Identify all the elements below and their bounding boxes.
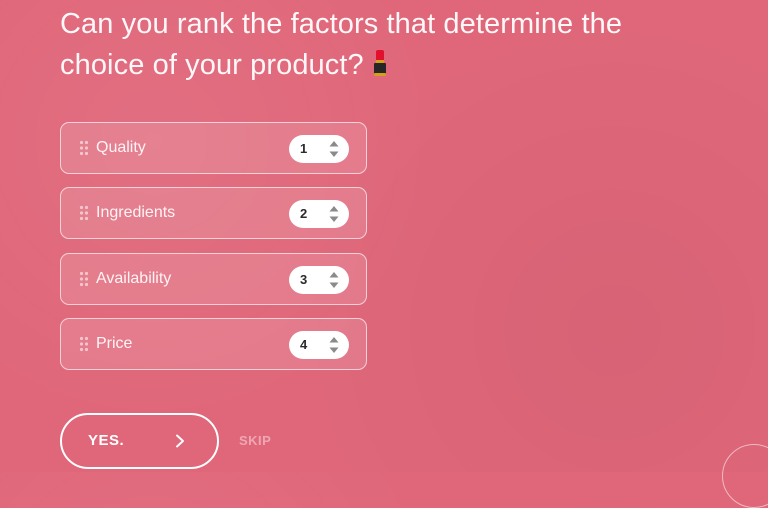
rank-item-label: Ingredients: [96, 204, 176, 222]
question-title: Can you rank the factors that determine …: [60, 4, 680, 86]
lipstick-icon: [373, 50, 386, 76]
rank-item-label: Availability: [96, 269, 172, 287]
skip-link[interactable]: SKIP: [239, 433, 271, 448]
rank-item-label: Price: [96, 334, 133, 352]
stepper-arrows-icon[interactable]: [328, 139, 340, 159]
rank-value: 3: [300, 271, 308, 287]
rank-select[interactable]: 1: [289, 135, 349, 163]
drag-handle-icon[interactable]: [79, 205, 89, 221]
stepper-arrows-icon[interactable]: [328, 204, 340, 224]
rank-value: 1: [300, 141, 308, 156]
drag-handle-icon[interactable]: [79, 336, 89, 352]
submit-button-label: YES.: [88, 432, 125, 449]
rank-item-availability[interactable]: Availability 3: [60, 252, 367, 305]
rank-select[interactable]: 2: [289, 200, 349, 229]
rank-select[interactable]: 4: [289, 330, 349, 359]
question-text: Can you rank the factors that determine …: [60, 8, 623, 81]
chevron-right-icon: [176, 434, 184, 448]
corner-decoration: [722, 444, 768, 508]
drag-handle-icon[interactable]: [79, 140, 89, 156]
stepper-arrows-icon[interactable]: [328, 270, 340, 290]
rank-item-quality[interactable]: Quality 1: [60, 122, 367, 174]
rank-item-label: Quality: [96, 139, 146, 156]
rank-item-ingredients[interactable]: Ingredients 2: [60, 187, 367, 240]
rank-value: 2: [300, 206, 308, 222]
rank-value: 4: [300, 336, 308, 352]
submit-button[interactable]: YES.: [60, 413, 219, 469]
rank-select[interactable]: 3: [289, 265, 349, 294]
drag-handle-icon[interactable]: [79, 271, 89, 287]
stepper-arrows-icon[interactable]: [328, 335, 340, 355]
ranking-list: Quality 1 Ingredients 2 Availability 3 P…: [60, 122, 367, 383]
rank-item-price[interactable]: Price 4: [60, 317, 367, 370]
